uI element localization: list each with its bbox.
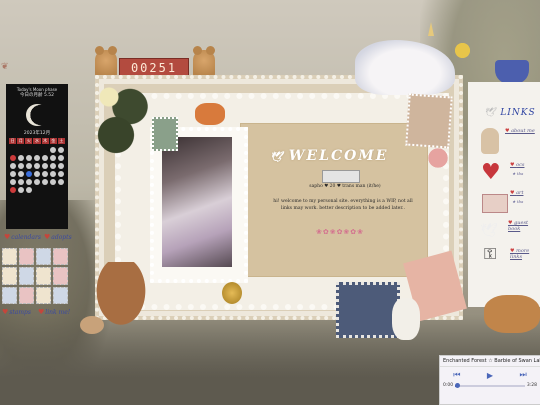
moon-phase-widget: Today's Moon phase 今日の月齢 5.52 2023年12月 日… (6, 84, 68, 229)
weekday-label: 月 (17, 138, 25, 144)
rose-garland-decoration: ❀✿❀✿❀✿❀ (315, 228, 365, 236)
link-art-status: ★ tba (512, 199, 524, 204)
rabbit-stamp (336, 282, 400, 338)
stamp-image (36, 267, 51, 285)
stamp-image (19, 248, 34, 266)
link-label: about me (511, 128, 535, 134)
profile-meta: sapho ♥ 20 ♥ trans man (it/he) (309, 184, 381, 189)
weekday-label: 木 (41, 138, 49, 144)
flower-bouquet-decoration (88, 78, 158, 173)
calendar-days-grid (6, 144, 68, 196)
track-title: Enchanted Forest ☆ Barbie of Swan Lake (440, 356, 540, 367)
mouse-figurine (392, 298, 420, 340)
stamp-image (2, 267, 17, 285)
dove-figurine-icon: 🕊 (480, 223, 498, 239)
stamp-image (19, 286, 34, 304)
stamp-image (53, 267, 68, 285)
vintage-photo-stamp (405, 93, 453, 149)
links-heading: 🕊 LINKS (484, 108, 536, 118)
link-ocs[interactable]: ♥ ocs (510, 162, 524, 168)
adopts-link[interactable]: ♥adopts (44, 233, 72, 241)
stamp-image (2, 286, 17, 304)
heart-icon: ♥ (44, 233, 51, 241)
weekday-label: 火 (25, 138, 33, 144)
badge-image (322, 170, 360, 183)
link-guest-book[interactable]: ♥ guest book (508, 220, 538, 232)
links-title-text: LINKS (500, 108, 536, 118)
stamp-collection (2, 248, 68, 304)
link-ocs-status: ★ tba (512, 171, 524, 176)
link-art[interactable]: ♥ art (510, 190, 523, 196)
key-icon: ⚿ (484, 244, 497, 263)
link-label: ocs (516, 162, 525, 168)
moon-widget-title: 今日の月齢 5.52 (20, 93, 54, 98)
stamp-image (53, 248, 68, 266)
weekday-label: 日 (9, 138, 17, 144)
moon-widget-header: Today's Moon phase (16, 87, 58, 92)
stamps-label: stamps (9, 309, 31, 316)
previous-track-icon[interactable]: ⏮ (453, 370, 460, 380)
stamp-image (2, 248, 17, 266)
welcome-text: WELCOME (288, 148, 389, 164)
welcome-heading: 🕊 WELCOME (270, 148, 410, 164)
calendar-month: 2023年12月 (23, 131, 51, 136)
moon-phase-icon (26, 104, 48, 126)
stamp-image (36, 286, 51, 304)
link-about-me[interactable]: ♥ about me (505, 128, 535, 134)
unicorn-horn (428, 22, 434, 36)
stamp-image (53, 286, 68, 304)
stamps-link[interactable]: ♥stamps (2, 308, 31, 316)
progress-row: 0:00 3:28 (440, 382, 540, 388)
cat-figurine (481, 128, 499, 154)
weekday-label: 土 (57, 138, 65, 144)
yellow-flower-decoration (445, 33, 480, 68)
progress-bar[interactable] (454, 382, 525, 388)
next-track-icon[interactable]: ⏭ (520, 370, 527, 380)
heart-icon: ♥ (2, 308, 9, 316)
dove-icon: 🕊 (270, 152, 285, 163)
baby-deer-figurine (80, 316, 104, 334)
progress-knob[interactable] (454, 382, 460, 388)
featured-artwork (162, 137, 232, 267)
link-me-label: link me! (45, 309, 71, 316)
player-controls: ⏮ ▶ ⏭ (440, 367, 540, 383)
wooden-fox-figurine (484, 295, 540, 333)
envelope-icon (482, 194, 508, 213)
calendars-label: calendars (11, 234, 41, 241)
rocking-horse-icon (195, 103, 225, 125)
link-more-links[interactable]: ♥ more links (510, 248, 536, 260)
stamp-image (19, 267, 34, 285)
stamp-image (36, 248, 51, 266)
link-me-link[interactable]: ♥link me! (38, 308, 70, 316)
track-duration: 3:28 (526, 383, 537, 388)
calendar-weekdays: 日 月 火 水 木 金 土 (6, 138, 68, 144)
blue-boat-figurine (495, 60, 529, 84)
dove-icon: 🕊 (484, 108, 497, 118)
adopts-label: adopts (51, 234, 72, 241)
gold-locket-icon (222, 282, 242, 304)
calendars-link[interactable]: ♥calendars (4, 233, 41, 241)
red-heart-icon: ♥ (481, 160, 501, 185)
heart-icon: ♥ (510, 190, 515, 196)
carnation-decoration (423, 146, 453, 186)
weekday-label: 金 (49, 138, 57, 144)
heart-icon: ♥ (510, 162, 515, 168)
current-time: 0:00 (443, 383, 454, 388)
heart-icon: ♥ (505, 128, 510, 134)
heart-icon: ♥ (4, 233, 11, 241)
weekday-label: 水 (33, 138, 41, 144)
butterfly-icon: ❦ (1, 62, 9, 72)
heart-icon: ♥ (38, 308, 45, 316)
link-label: art (516, 190, 524, 196)
intro-text: hi! welcome to my personal site. everyth… (273, 199, 413, 211)
play-icon[interactable]: ▶ (487, 371, 493, 380)
music-player: Enchanted Forest ☆ Barbie of Swan Lake ⏮… (439, 355, 540, 405)
